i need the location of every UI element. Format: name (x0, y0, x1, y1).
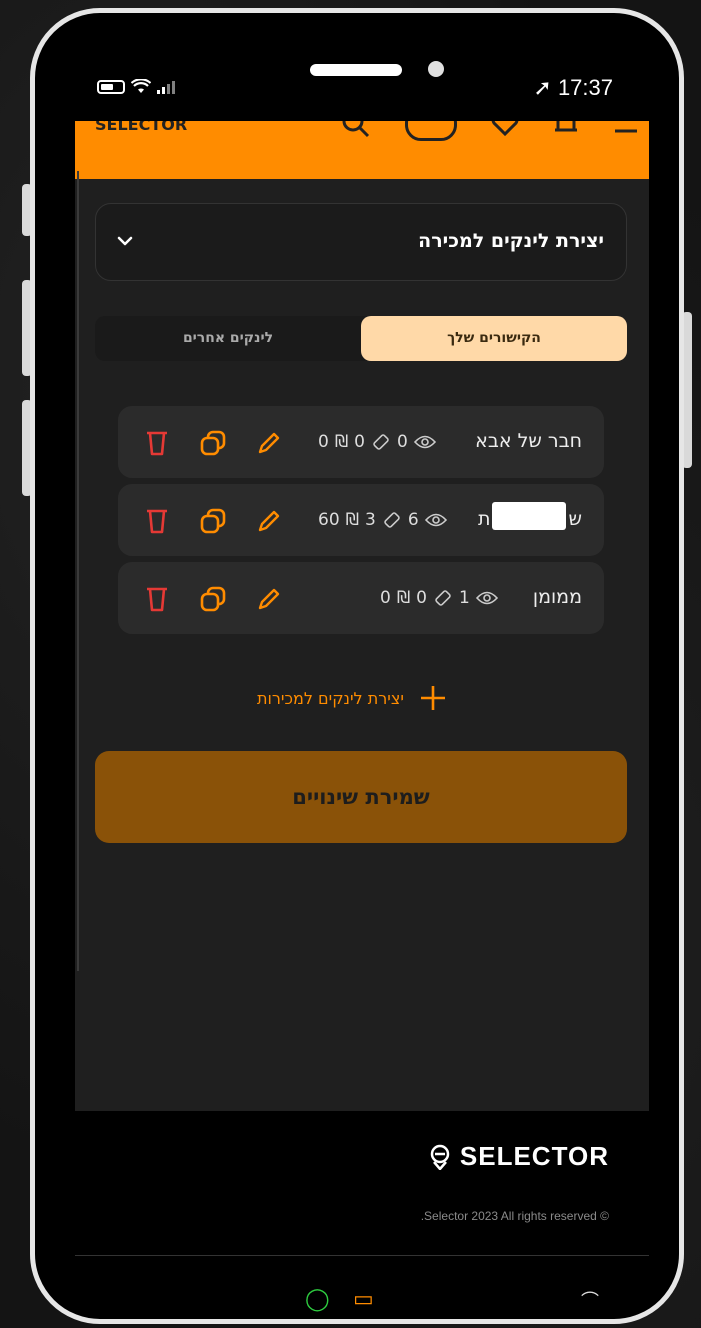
views-value: 0 (397, 432, 408, 452)
tab-your-links[interactable]: הקישורים שלך (361, 316, 627, 361)
heart-icon[interactable] (491, 121, 519, 138)
edit-icon[interactable] (254, 506, 284, 536)
bell-icon[interactable] (553, 121, 579, 138)
revenue-value: 0 (380, 588, 391, 608)
logo-icon (430, 1144, 450, 1170)
signal-icon (157, 80, 175, 94)
footer-copyright: .Selector 2023 All rights reserved © (420, 1209, 609, 1223)
menu-icon[interactable] (613, 121, 639, 137)
footer-brand: SELECTOR (459, 1141, 609, 1171)
list-item: ממומן 0 ₪ 0 1 (118, 562, 604, 634)
wifi-icon (131, 79, 151, 93)
battery-icon (97, 80, 125, 94)
copy-icon[interactable] (198, 428, 228, 458)
revenue-value: 0 (318, 432, 329, 452)
app-icon[interactable]: ▭ (353, 1287, 374, 1312)
delete-icon[interactable] (142, 584, 172, 614)
save-changes-button[interactable]: שמירת שינויים (95, 751, 627, 843)
link-name-end: ת (478, 508, 491, 530)
speaker-grille (310, 64, 402, 76)
whatsapp-icon[interactable]: ◯ (305, 1287, 330, 1312)
left-divider (77, 171, 79, 971)
row-actions (142, 428, 284, 458)
plus-icon (420, 686, 445, 710)
currency-icon: ₪ (334, 432, 349, 452)
list-item: ש ת 60 ₪ 3 6 (118, 484, 604, 556)
link-name-start: ש (568, 508, 582, 530)
link-stats: 0 ₪ 0 1 (380, 588, 498, 608)
section-title: יצירת לינקים למכירה (418, 230, 604, 252)
eye-icon (475, 591, 498, 605)
app-content: SELECTOR יצירת לינקים למכירה הקישורים של… (75, 121, 649, 1111)
eye-icon (424, 513, 447, 527)
views-value: 6 (407, 510, 419, 530)
status-time: 17:37 (557, 75, 613, 100)
front-camera (428, 61, 444, 77)
footer-logo: SELECTOR (428, 1141, 609, 1172)
status-time-wrap: ➚ 17:37 (533, 75, 613, 101)
row-actions (142, 584, 284, 614)
status-left (97, 79, 175, 95)
list-item: חבר של אבא 0 ₪ 0 0 (118, 406, 604, 478)
more-icon[interactable]: ⌒ (581, 1287, 599, 1313)
redacted-mask (492, 502, 566, 530)
toggle-icon[interactable] (405, 121, 457, 141)
link-stats: 0 ₪ 0 0 (318, 432, 436, 452)
screen: ➚ 17:37 SELECTOR יצירת לינקים למכירה הקי… (35, 13, 679, 1319)
delete-icon[interactable] (142, 506, 172, 536)
eye-icon (413, 435, 436, 449)
tickets-value: 3 (364, 510, 376, 530)
header-icons (341, 121, 639, 141)
tab-other-links[interactable]: לינקים אחרים (95, 316, 361, 361)
link-stats: 60 ₪ 3 6 (318, 510, 447, 530)
copy-icon[interactable] (198, 584, 228, 614)
delete-icon[interactable] (142, 428, 172, 458)
section-dropdown[interactable]: יצירת לינקים למכירה (95, 203, 627, 281)
location-icon: ➚ (533, 75, 552, 100)
chevron-down-icon (117, 236, 133, 246)
add-link-button[interactable]: יצירת לינקים למכירות (257, 683, 448, 713)
edit-icon[interactable] (254, 584, 284, 614)
header-brand[interactable]: SELECTOR (95, 121, 187, 134)
link-name: חבר של אבא (475, 430, 582, 452)
ticket-icon (384, 512, 400, 528)
footer-divider (75, 1255, 649, 1256)
views-value: 1 (459, 588, 470, 608)
links-list: חבר של אבא 0 ₪ 0 0 שת 60 ₪ 3 6 ממומן 0 ₪… (118, 406, 604, 640)
ticket-icon (373, 434, 389, 450)
search-icon[interactable] (341, 121, 371, 139)
phone-frame: ➚ 17:37 SELECTOR יצירת לינקים למכירה הקי… (30, 8, 684, 1324)
currency-icon: ₪ (345, 510, 359, 530)
edit-icon[interactable] (254, 428, 284, 458)
link-name: ממומן (532, 586, 582, 608)
revenue-value: 60 (318, 510, 340, 530)
tickets-value: 0 (416, 588, 427, 608)
tabs: הקישורים שלך לינקים אחרים (95, 316, 627, 361)
app-header: SELECTOR (75, 121, 649, 179)
ticket-icon (435, 590, 451, 606)
currency-icon: ₪ (396, 588, 411, 608)
tickets-value: 0 (354, 432, 365, 452)
row-actions (142, 506, 284, 536)
copy-icon[interactable] (198, 506, 228, 536)
add-link-label: יצירת לינקים למכירות (257, 688, 404, 708)
